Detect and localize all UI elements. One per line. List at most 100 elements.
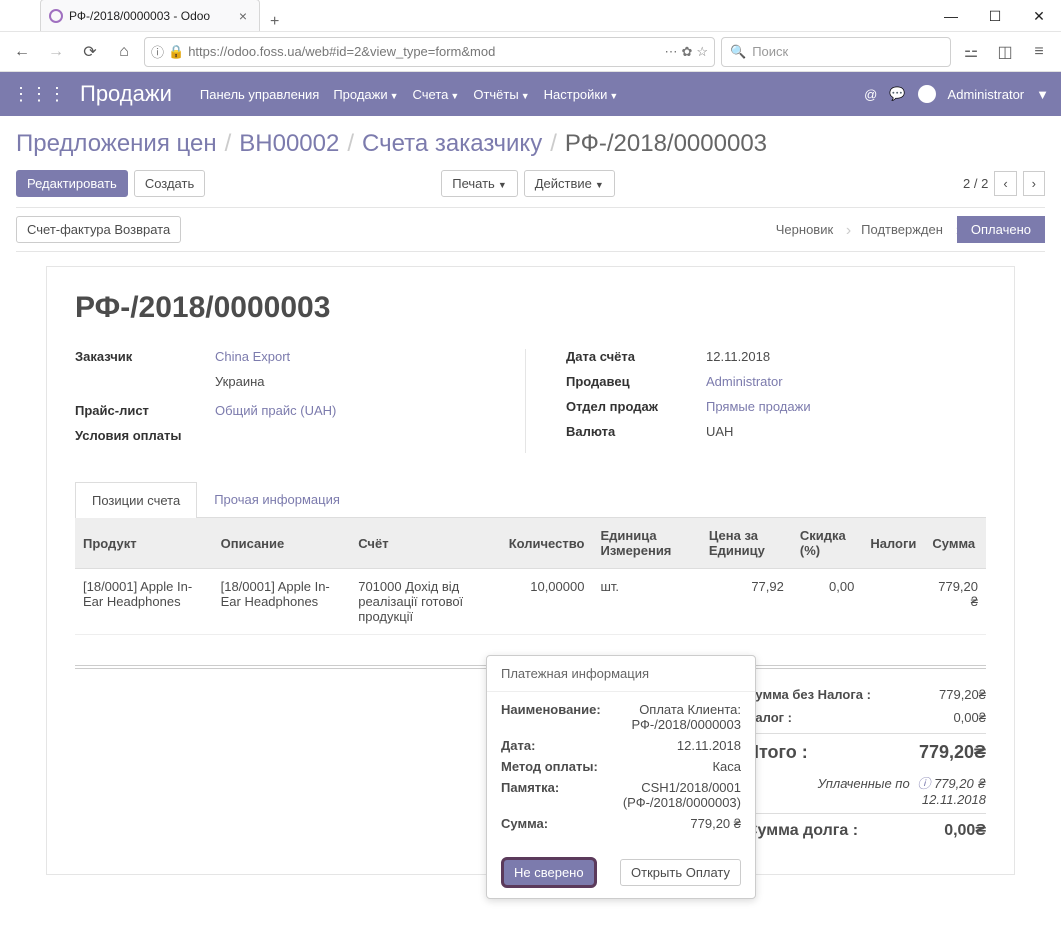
totals-section: Платежная информация Наименование:Оплата…: [75, 665, 986, 844]
search-icon: 🔍: [730, 44, 746, 60]
form-right-col: Дата счёта12.11.2018 ПродавецAdministrat…: [566, 349, 986, 453]
sidebar-icon[interactable]: ◫: [991, 42, 1019, 62]
user-name[interactable]: Administrator: [948, 87, 1025, 102]
breadcrumb-invoices[interactable]: Счета заказчику: [362, 130, 542, 158]
minimize-icon[interactable]: —: [929, 1, 973, 31]
edit-button[interactable]: Редактировать: [16, 170, 128, 197]
payment-popover: Платежная информация Наименование:Оплата…: [486, 655, 756, 899]
url-bar[interactable]: ⓘ 🔒 https://odoo.foss.ua/web#id=2&view_t…: [144, 37, 715, 67]
pager-prev-icon[interactable]: ‹: [994, 171, 1016, 196]
close-tab-icon[interactable]: ×: [235, 8, 251, 24]
cell-desc: [18/0001] Apple In-Ear Headphones: [213, 569, 351, 635]
reader-icon[interactable]: ✿: [681, 44, 692, 60]
nav-dashboard[interactable]: Панель управления: [200, 87, 319, 102]
back-icon[interactable]: ←: [8, 38, 36, 66]
customer-label: Заказчик: [75, 349, 215, 364]
total-value: 779,20₴: [919, 742, 986, 763]
page-title: РФ-/2018/0000003: [75, 291, 986, 325]
cell-total: 779,20 ₴: [924, 569, 986, 635]
seller-label: Продавец: [566, 374, 706, 389]
home-icon[interactable]: ⌂: [110, 38, 138, 66]
print-button[interactable]: Печать▼: [441, 170, 518, 197]
forward-icon[interactable]: →: [42, 38, 70, 66]
pop-method-label: Метод оплаты:: [501, 759, 598, 774]
th-tax: Налоги: [862, 518, 924, 569]
paid-label: Уплаченные по: [818, 776, 910, 791]
separator-icon: /: [550, 130, 557, 158]
breadcrumb: Предложения цен / BH00002 / Счета заказч…: [16, 116, 1045, 166]
close-window-icon[interactable]: ✕: [1017, 1, 1061, 31]
popover-title: Платежная информация: [487, 656, 755, 692]
status-row: Счет-фактура Возврата Черновик Подтвержд…: [16, 207, 1045, 252]
reload-icon[interactable]: ⟳: [76, 38, 104, 66]
pager: 2 / 2 ‹ ›: [963, 171, 1045, 196]
status-draft[interactable]: Черновик: [762, 216, 847, 243]
at-icon[interactable]: @: [864, 87, 877, 102]
app-brand[interactable]: Продажи: [80, 81, 172, 107]
nav-reports[interactable]: Отчёты▼: [473, 87, 529, 102]
chat-icon[interactable]: 💬: [889, 86, 905, 102]
pager-text: 2 / 2: [963, 176, 988, 191]
maximize-icon[interactable]: ☐: [973, 1, 1017, 31]
cell-disc: 0,00: [792, 569, 862, 635]
pricelist-label: Прайс-лист: [75, 403, 215, 418]
unreconcile-button[interactable]: Не сверено: [501, 857, 597, 888]
pager-next-icon[interactable]: ›: [1023, 171, 1045, 196]
nav-invoices[interactable]: Счета▼: [413, 87, 460, 102]
menu-icon[interactable]: ≡: [1025, 43, 1053, 61]
status-steps: Черновик Подтвержден Оплачено: [762, 216, 1045, 243]
th-uom: Единица Измерения: [592, 518, 700, 569]
th-product: Продукт: [75, 518, 213, 569]
tab-title: РФ-/2018/0000003 - Odoo: [69, 9, 235, 23]
th-price: Цена за Единицу: [701, 518, 792, 569]
return-invoice-button[interactable]: Счет-фактура Возврата: [16, 216, 181, 243]
tax-value: 0,00₴: [953, 710, 986, 725]
invoice-lines-table: Продукт Описание Счёт Количество Единица…: [75, 518, 986, 635]
pop-sum: 779,20 ₴: [690, 816, 741, 831]
date-label: Дата счёта: [566, 349, 706, 364]
info-icon[interactable]: ⓘ: [151, 42, 164, 61]
customer-country: Украина: [215, 374, 495, 389]
pop-name-label: Наименование:: [501, 702, 601, 732]
pricelist-link[interactable]: Общий прайс (UAH): [215, 403, 336, 418]
tab-other[interactable]: Прочая информация: [197, 481, 357, 517]
browser-titlebar: РФ-/2018/0000003 - Odoo × + — ☐ ✕: [0, 0, 1061, 32]
team-link[interactable]: Прямые продажи: [706, 399, 811, 414]
search-placeholder: Поиск: [752, 44, 788, 59]
library-icon[interactable]: ⚍: [957, 42, 985, 62]
payment-info-icon[interactable]: ⓘ: [917, 773, 930, 792]
create-button[interactable]: Создать: [134, 170, 205, 197]
customer-link[interactable]: China Export: [215, 349, 290, 364]
th-disc: Скидка (%): [792, 518, 862, 569]
separator-icon: /: [347, 130, 354, 158]
new-tab-icon[interactable]: +: [260, 13, 289, 31]
table-row[interactable]: [18/0001] Apple In-Ear Headphones [18/00…: [75, 569, 986, 635]
breadcrumb-order[interactable]: BH00002: [239, 130, 339, 158]
browser-tab[interactable]: РФ-/2018/0000003 - Odoo ×: [40, 0, 260, 31]
pop-memo: CSH1/2018/0001 (РФ-/2018/0000003): [567, 780, 741, 810]
avatar[interactable]: [918, 85, 936, 103]
nav-sales[interactable]: Продажи▼: [333, 87, 398, 102]
tab-lines[interactable]: Позиции счета: [75, 482, 197, 518]
status-paid[interactable]: Оплачено: [957, 216, 1045, 243]
invoice-date: 12.11.2018: [706, 349, 986, 364]
lock-icon: 🔒: [168, 44, 184, 60]
search-bar[interactable]: 🔍 Поиск: [721, 37, 951, 67]
more-icon[interactable]: ⋯: [664, 44, 677, 60]
chevron-down-icon[interactable]: ▼: [1036, 87, 1049, 102]
seller-link[interactable]: Administrator: [706, 374, 783, 389]
open-payment-button[interactable]: Открыть Оплату: [620, 859, 741, 886]
browser-toolbar: ← → ⟳ ⌂ ⓘ 🔒 https://odoo.foss.ua/web#id=…: [0, 32, 1061, 72]
tabs: Позиции счета Прочая информация: [75, 481, 986, 518]
bookmark-icon[interactable]: ☆: [696, 44, 708, 60]
pop-date-label: Дата:: [501, 738, 535, 753]
apps-icon[interactable]: ⋮⋮⋮: [12, 84, 66, 105]
pop-sum-label: Сумма:: [501, 816, 548, 831]
status-confirmed[interactable]: Подтвержден: [847, 216, 957, 243]
nav-settings[interactable]: Настройки▼: [544, 87, 619, 102]
breadcrumb-quotes[interactable]: Предложения цен: [16, 130, 217, 158]
debt-label: Сумма долга :: [746, 822, 858, 840]
pop-memo-label: Памятка:: [501, 780, 559, 810]
user-menu: @ 💬 Administrator ▼: [864, 85, 1049, 103]
action-button[interactable]: Действие▼: [524, 170, 615, 197]
